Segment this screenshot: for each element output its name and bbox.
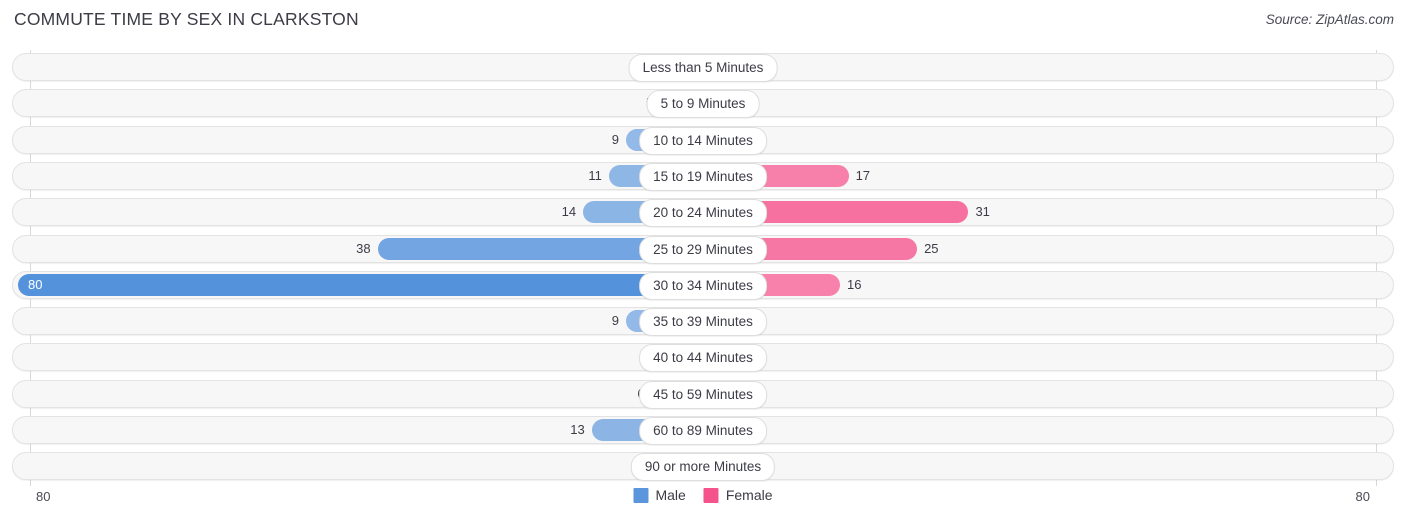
axis-label-left: 80 bbox=[36, 489, 51, 504]
category-label: 25 to 29 Minutes bbox=[639, 235, 767, 264]
bar-value-male: 13 bbox=[570, 422, 585, 437]
plot-area: 20Less than 5 Minutes505 to 9 Minutes931… bbox=[0, 50, 1406, 486]
bar-male[interactable] bbox=[18, 273, 703, 296]
legend: Male Female bbox=[633, 487, 773, 503]
category-label: 40 to 44 Minutes bbox=[639, 344, 767, 373]
legend-item-male[interactable]: Male bbox=[633, 487, 686, 503]
category-label: 20 to 24 Minutes bbox=[639, 199, 767, 228]
category-label: 90 or more Minutes bbox=[630, 453, 776, 482]
legend-label-male: Male bbox=[655, 487, 686, 503]
chart-container: COMMUTE TIME BY SEX IN CLARKSTON Source:… bbox=[0, 0, 1406, 522]
bar-value-male: 14 bbox=[561, 204, 577, 220]
legend-label-female: Female bbox=[725, 487, 773, 503]
page-title: COMMUTE TIME BY SEX IN CLARKSTON bbox=[14, 9, 359, 29]
category-label: 30 to 34 Minutes bbox=[639, 271, 767, 300]
category-label: Less than 5 Minutes bbox=[628, 54, 778, 82]
category-label: 60 to 89 Minutes bbox=[639, 417, 767, 445]
bar-value-female: 16 bbox=[847, 276, 862, 292]
legend-swatch-male-icon bbox=[633, 487, 649, 503]
bar-value-female: 17 bbox=[855, 167, 871, 183]
axis-label-right: 80 bbox=[1355, 489, 1370, 504]
legend-item-female[interactable]: Female bbox=[703, 487, 773, 503]
bar-value-male: 11 bbox=[588, 167, 602, 183]
legend-swatch-female-icon bbox=[703, 487, 719, 503]
bar-value-male: 9 bbox=[611, 313, 619, 329]
bar-value-female: 25 bbox=[924, 240, 939, 256]
bar-value-female: 31 bbox=[975, 204, 990, 220]
source-attribution: Source: ZipAtlas.com bbox=[1265, 12, 1394, 27]
category-label: 15 to 19 Minutes bbox=[639, 162, 767, 191]
bar-value-male: 80 bbox=[28, 276, 43, 292]
category-label: 10 to 14 Minutes bbox=[639, 126, 767, 155]
category-label: 35 to 39 Minutes bbox=[639, 308, 767, 337]
bar-value-male: 9 bbox=[611, 131, 619, 147]
bar-value-male: 38 bbox=[356, 240, 371, 256]
category-label: 45 to 59 Minutes bbox=[639, 380, 767, 409]
category-label: 5 to 9 Minutes bbox=[646, 90, 760, 119]
